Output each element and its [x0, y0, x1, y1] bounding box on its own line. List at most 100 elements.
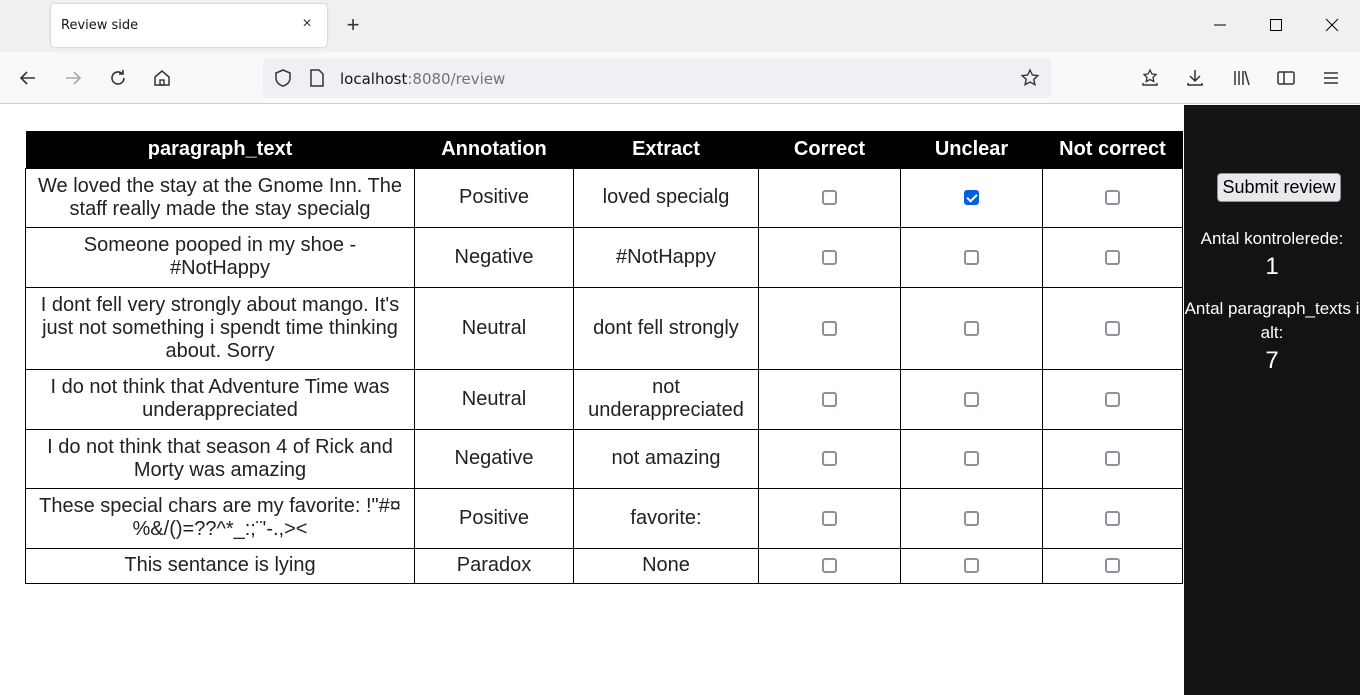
correct-checkbox[interactable]: [822, 451, 837, 467]
extract-cell: not underappreciated: [573, 368, 759, 430]
not-correct-checkbox[interactable]: [1105, 451, 1120, 467]
paragraph-text-cell: We loved the stay at the Gnome Inn. The …: [25, 167, 415, 228]
annotation-cell: Positive: [414, 167, 574, 228]
reload-icon[interactable]: [105, 65, 131, 91]
tab-title: Review side: [61, 18, 139, 33]
unclear-checkbox[interactable]: [964, 249, 979, 265]
table-header-row: paragraph_text Annotation Extract Correc…: [25, 131, 1183, 168]
url-path: :8080/review: [407, 70, 506, 88]
table-row: This sentance is lying Paradox None: [25, 547, 1183, 584]
home-icon[interactable]: [149, 65, 175, 91]
not-correct-cell: [1042, 226, 1183, 288]
not-correct-checkbox[interactable]: [1105, 249, 1120, 265]
checked-count-label: Antal kontrolerede:: [1200, 229, 1344, 248]
forward-icon[interactable]: [60, 65, 86, 91]
submit-review-button[interactable]: Submit review: [1217, 173, 1341, 202]
table-row: Someone pooped in my shoe - #NotHappy Neg…: [25, 226, 1183, 288]
header-correct: Correct: [758, 131, 901, 168]
minimize-icon[interactable]: [1207, 12, 1233, 38]
extract-cell: not amazing: [573, 428, 759, 489]
unclear-checkbox[interactable]: [964, 451, 979, 467]
correct-checkbox[interactable]: [822, 320, 837, 336]
shield-icon[interactable]: [273, 68, 293, 93]
maximize-icon[interactable]: [1263, 12, 1289, 38]
correct-checkbox[interactable]: [822, 558, 837, 574]
browser-tab[interactable]: Review side ×: [51, 4, 327, 47]
correct-cell: [758, 286, 901, 370]
window-close-icon[interactable]: [1319, 12, 1345, 38]
review-table: paragraph_text Annotation Extract Correc…: [25, 131, 1183, 584]
page-content: paragraph_text Annotation Extract Correc…: [0, 105, 1360, 695]
correct-checkbox[interactable]: [822, 510, 837, 526]
paragraph-text-cell: These special chars are my favorite: !"#…: [25, 487, 415, 549]
paragraph-text-cell: I do not think that Adventure Time was u…: [25, 368, 415, 430]
new-tab-icon[interactable]: +: [342, 14, 364, 36]
correct-checkbox[interactable]: [822, 190, 837, 206]
correct-checkbox[interactable]: [822, 391, 837, 407]
not-correct-checkbox[interactable]: [1105, 510, 1120, 526]
pocket-icon[interactable]: [1137, 65, 1163, 91]
browser-titlebar: Review side × +: [0, 0, 1360, 52]
url-text[interactable]: localhost:8080/review: [340, 70, 505, 88]
annotation-cell: Paradox: [414, 547, 574, 584]
extract-cell: dont fell strongly: [573, 286, 759, 370]
not-correct-cell: [1042, 286, 1183, 370]
url-host: localhost: [340, 70, 408, 88]
not-correct-checkbox[interactable]: [1105, 391, 1120, 407]
correct-cell: [758, 547, 901, 584]
url-bar[interactable]: localhost:8080/review: [263, 58, 1051, 98]
extract-cell: favorite:: [573, 487, 759, 549]
annotation-cell: Neutral: [414, 368, 574, 430]
not-correct-cell: [1042, 368, 1183, 430]
unclear-checkbox[interactable]: [964, 558, 979, 574]
total-count-value: 7: [1265, 347, 1279, 374]
unclear-cell: [900, 428, 1043, 489]
header-paragraph-text: paragraph_text: [25, 131, 415, 168]
paragraph-text-cell: I dont fell very strongly about mango. I…: [25, 286, 415, 370]
header-annotation: Annotation: [414, 131, 574, 168]
annotation-cell: Negative: [414, 226, 574, 288]
annotation-cell: Negative: [414, 428, 574, 489]
browser-navbar: localhost:8080/review: [0, 52, 1360, 104]
correct-cell: [758, 368, 901, 430]
unclear-cell: [900, 547, 1043, 584]
unclear-cell: [900, 167, 1043, 228]
not-correct-cell: [1042, 428, 1183, 489]
total-count-label: Antal paragraph_texts i alt:: [1184, 299, 1360, 342]
unclear-cell: [900, 487, 1043, 549]
page-info-icon[interactable]: [308, 68, 326, 93]
unclear-checkbox[interactable]: [964, 391, 979, 407]
annotation-cell: Neutral: [414, 286, 574, 370]
library-icon[interactable]: [1228, 65, 1254, 91]
header-extract: Extract: [573, 131, 759, 168]
not-correct-checkbox[interactable]: [1105, 320, 1120, 336]
table-row: We loved the stay at the Gnome Inn. The …: [25, 167, 1183, 228]
tab-close-icon[interactable]: ×: [297, 14, 317, 34]
back-icon[interactable]: [15, 65, 41, 91]
correct-cell: [758, 487, 901, 549]
not-correct-cell: [1042, 547, 1183, 584]
unclear-checkbox[interactable]: [964, 510, 979, 526]
unclear-cell: [900, 226, 1043, 288]
review-sidebar: Submit review Antal kontrolerede: 1 Anta…: [1184, 105, 1360, 695]
extract-cell: #NotHappy: [573, 226, 759, 288]
not-correct-checkbox[interactable]: [1105, 558, 1120, 574]
table-row: These special chars are my favorite: !"#…: [25, 487, 1183, 549]
paragraph-text-cell: I do not think that season 4 of Rick and…: [25, 428, 415, 489]
extract-cell: None: [573, 547, 759, 584]
unclear-checkbox[interactable]: [964, 320, 979, 336]
annotation-cell: Positive: [414, 487, 574, 549]
unclear-cell: [900, 286, 1043, 370]
sidebar-toggle-icon[interactable]: [1273, 65, 1299, 91]
paragraph-text-cell: This sentance is lying: [25, 547, 415, 584]
header-unclear: Unclear: [900, 131, 1043, 168]
table-row: I dont fell very strongly about mango. I…: [25, 286, 1183, 370]
unclear-checkbox[interactable]: [964, 190, 979, 206]
bookmark-star-icon[interactable]: [1020, 68, 1040, 93]
downloads-icon[interactable]: [1182, 65, 1208, 91]
not-correct-cell: [1042, 167, 1183, 228]
header-not-correct: Not correct: [1042, 131, 1183, 168]
menu-icon[interactable]: [1318, 65, 1344, 91]
correct-checkbox[interactable]: [822, 249, 837, 265]
not-correct-checkbox[interactable]: [1105, 190, 1120, 206]
